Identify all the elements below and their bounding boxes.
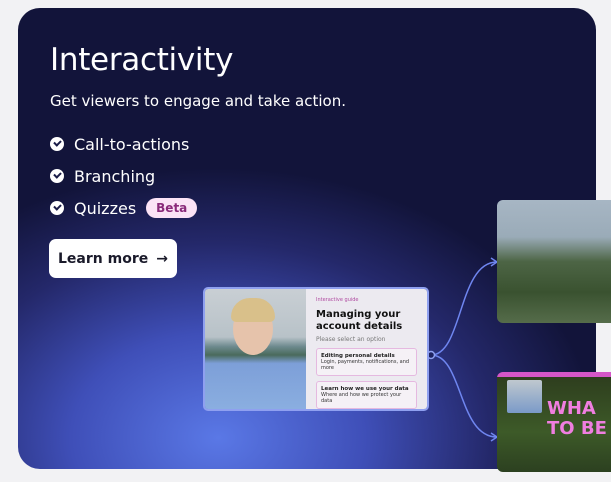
branch-video-preview-1 bbox=[497, 200, 611, 323]
preview-headline: WHA bbox=[547, 398, 596, 419]
preview-headline: TO BE bbox=[547, 418, 607, 439]
guide-option[interactable]: Learn how we use your data Where and how … bbox=[316, 381, 417, 409]
presenter-thumbnail bbox=[507, 380, 542, 413]
guide-tag: Interactive guide bbox=[316, 297, 359, 303]
branch-video-preview-2: WHA TO BE bbox=[497, 372, 611, 472]
guide-prompt: Please select an option bbox=[316, 336, 386, 343]
presenter-avatar bbox=[205, 289, 306, 409]
guide-option[interactable]: Editing personal details Login, payments,… bbox=[316, 348, 417, 376]
interactive-guide-preview: Interactive guide Managing your account … bbox=[203, 287, 429, 411]
guide-heading: Managing your account details bbox=[316, 309, 403, 332]
